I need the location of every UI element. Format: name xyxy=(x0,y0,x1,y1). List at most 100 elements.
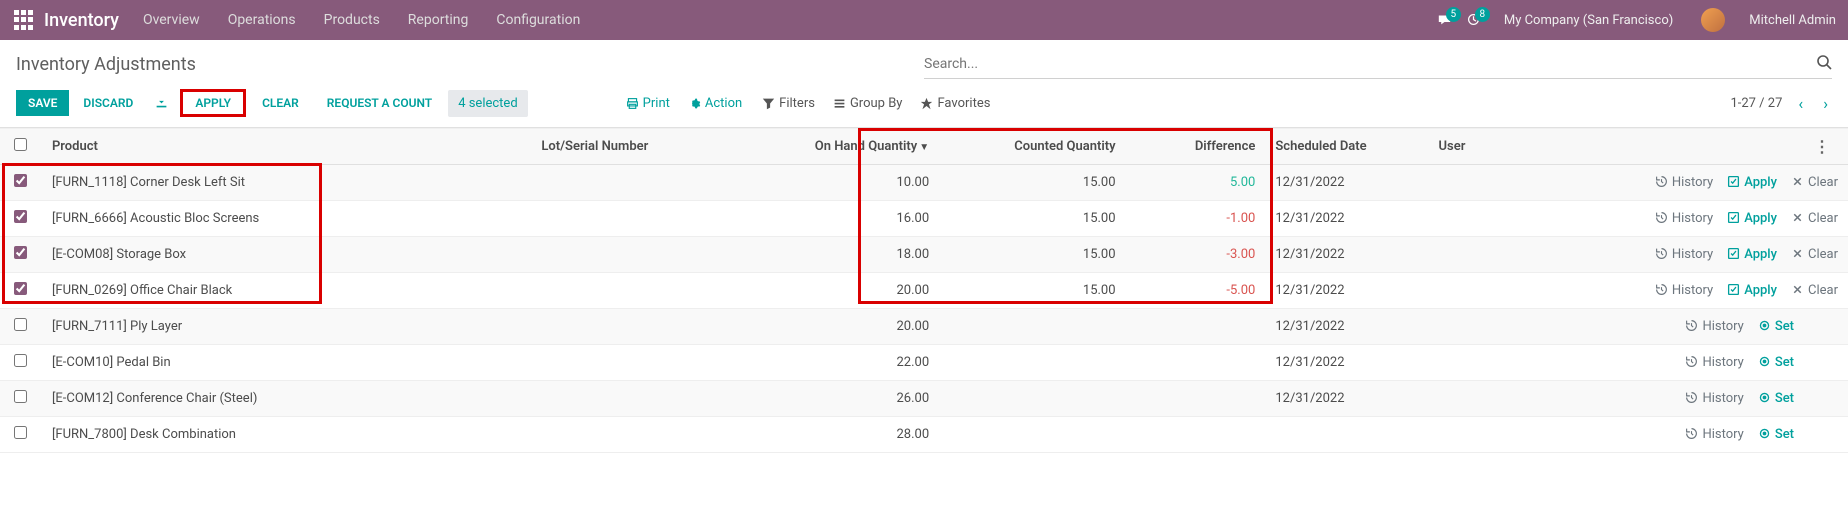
history-link[interactable]: History xyxy=(1685,391,1743,406)
cell-scheduled[interactable]: 12/31/2022 xyxy=(1265,309,1428,345)
search-icon[interactable] xyxy=(1816,54,1832,74)
cell-product[interactable]: [FURN_0269] Office Chair Black xyxy=(42,273,531,309)
cell-onhand[interactable]: 20.00 xyxy=(741,309,939,345)
cell-onhand[interactable]: 16.00 xyxy=(741,201,939,237)
table-row[interactable]: [FURN_7800] Desk Combination 28.00 Histo… xyxy=(0,417,1848,453)
cell-lot[interactable] xyxy=(531,417,741,453)
clear-link[interactable]: Clear xyxy=(1791,247,1838,262)
cell-onhand[interactable]: 22.00 xyxy=(741,345,939,381)
groupby-button[interactable]: Group By xyxy=(833,96,903,111)
cell-counted[interactable] xyxy=(939,417,1125,453)
table-row[interactable]: [FURN_7111] Ply Layer 20.00 12/31/2022 H… xyxy=(0,309,1848,345)
activities-icon[interactable]: 8 xyxy=(1467,13,1480,28)
column-options-icon[interactable]: ⋮ xyxy=(1806,137,1838,156)
favorites-button[interactable]: Favorites xyxy=(920,96,990,111)
cell-counted[interactable] xyxy=(939,345,1125,381)
cell-scheduled[interactable]: 12/31/2022 xyxy=(1265,237,1428,273)
pager-text[interactable]: 1-27 / 27 xyxy=(1730,96,1782,111)
history-link[interactable]: History xyxy=(1655,247,1713,262)
select-all-checkbox[interactable] xyxy=(14,138,27,151)
history-link[interactable]: History xyxy=(1685,319,1743,334)
history-link[interactable]: History xyxy=(1685,355,1743,370)
row-checkbox[interactable] xyxy=(14,282,27,295)
cell-lot[interactable] xyxy=(531,237,741,273)
row-checkbox[interactable] xyxy=(14,174,27,187)
cell-scheduled[interactable]: 12/31/2022 xyxy=(1265,201,1428,237)
row-checkbox[interactable] xyxy=(14,390,27,403)
cell-counted[interactable] xyxy=(939,381,1125,417)
col-user[interactable]: User xyxy=(1428,129,1521,165)
cell-user[interactable] xyxy=(1428,273,1521,309)
row-checkbox[interactable] xyxy=(14,318,27,331)
clear-button[interactable]: CLEAR xyxy=(250,90,311,116)
table-row[interactable]: [FURN_1118] Corner Desk Left Sit 10.00 1… xyxy=(0,165,1848,201)
cell-product[interactable]: [FURN_6666] Acoustic Bloc Screens xyxy=(42,201,531,237)
col-diff[interactable]: Difference xyxy=(1126,129,1266,165)
pager-next[interactable]: › xyxy=(1819,94,1832,113)
action-button[interactable]: Action xyxy=(688,96,742,111)
cell-user[interactable] xyxy=(1428,417,1521,453)
cell-lot[interactable] xyxy=(531,201,741,237)
cell-counted[interactable]: 15.00 xyxy=(939,165,1125,201)
discard-button[interactable]: DISCARD xyxy=(73,90,143,116)
cell-counted[interactable]: 15.00 xyxy=(939,237,1125,273)
cell-product[interactable]: [FURN_7111] Ply Layer xyxy=(42,309,531,345)
print-button[interactable]: Print xyxy=(626,96,670,111)
set-link[interactable]: Set xyxy=(1758,391,1794,406)
cell-lot[interactable] xyxy=(531,309,741,345)
messages-icon[interactable]: 5 xyxy=(1438,13,1451,28)
cell-user[interactable] xyxy=(1428,345,1521,381)
cell-scheduled[interactable]: 12/31/2022 xyxy=(1265,345,1428,381)
nav-reporting[interactable]: Reporting xyxy=(408,12,469,28)
set-link[interactable]: Set xyxy=(1758,319,1794,334)
row-checkbox[interactable] xyxy=(14,354,27,367)
table-row[interactable]: [E-COM10] Pedal Bin 22.00 12/31/2022 His… xyxy=(0,345,1848,381)
table-row[interactable]: [E-COM12] Conference Chair (Steel) 26.00… xyxy=(0,381,1848,417)
cell-product[interactable]: [FURN_1118] Corner Desk Left Sit xyxy=(42,165,531,201)
col-product[interactable]: Product xyxy=(42,129,531,165)
username[interactable]: Mitchell Admin xyxy=(1749,13,1836,28)
row-checkbox[interactable] xyxy=(14,246,27,259)
nav-overview[interactable]: Overview xyxy=(143,12,200,28)
cell-user[interactable] xyxy=(1428,165,1521,201)
set-link[interactable]: Set xyxy=(1758,427,1794,442)
request-count-button[interactable]: REQUEST A COUNT xyxy=(315,90,444,116)
history-link[interactable]: History xyxy=(1655,211,1713,226)
nav-operations[interactable]: Operations xyxy=(228,12,296,28)
cell-lot[interactable] xyxy=(531,273,741,309)
col-onhand[interactable]: On Hand Quantity▼ xyxy=(741,129,939,165)
cell-product[interactable]: [E-COM12] Conference Chair (Steel) xyxy=(42,381,531,417)
cell-scheduled[interactable]: 12/31/2022 xyxy=(1265,273,1428,309)
col-lot[interactable]: Lot/Serial Number xyxy=(531,129,741,165)
cell-scheduled[interactable]: 12/31/2022 xyxy=(1265,165,1428,201)
save-button[interactable]: SAVE xyxy=(16,90,69,116)
cell-product[interactable]: [FURN_7800] Desk Combination xyxy=(42,417,531,453)
table-row[interactable]: [E-COM08] Storage Box 18.00 15.00 -3.00 … xyxy=(0,237,1848,273)
search-input[interactable] xyxy=(924,56,1808,72)
cell-user[interactable] xyxy=(1428,309,1521,345)
filters-button[interactable]: Filters xyxy=(762,96,815,111)
cell-onhand[interactable]: 26.00 xyxy=(741,381,939,417)
cell-user[interactable] xyxy=(1428,237,1521,273)
cell-user[interactable] xyxy=(1428,381,1521,417)
table-row[interactable]: [FURN_0269] Office Chair Black 20.00 15.… xyxy=(0,273,1848,309)
table-row[interactable]: [FURN_6666] Acoustic Bloc Screens 16.00 … xyxy=(0,201,1848,237)
set-link[interactable]: Set xyxy=(1758,355,1794,370)
search-bar[interactable] xyxy=(924,50,1832,79)
apply-link[interactable]: Apply xyxy=(1727,211,1777,226)
row-checkbox[interactable] xyxy=(14,426,27,439)
company-selector[interactable]: My Company (San Francisco) xyxy=(1504,13,1673,28)
cell-product[interactable]: [E-COM10] Pedal Bin xyxy=(42,345,531,381)
cell-counted[interactable]: 15.00 xyxy=(939,273,1125,309)
cell-counted[interactable] xyxy=(939,309,1125,345)
apply-link[interactable]: Apply xyxy=(1727,247,1777,262)
apps-icon[interactable] xyxy=(12,8,36,32)
pager-prev[interactable]: ‹ xyxy=(1794,94,1807,113)
cell-onhand[interactable]: 10.00 xyxy=(741,165,939,201)
cell-onhand[interactable]: 20.00 xyxy=(741,273,939,309)
apply-button[interactable]: APPLY xyxy=(180,89,246,117)
history-link[interactable]: History xyxy=(1655,283,1713,298)
cell-lot[interactable] xyxy=(531,381,741,417)
apply-link[interactable]: Apply xyxy=(1727,175,1777,190)
cell-scheduled[interactable] xyxy=(1265,417,1428,453)
